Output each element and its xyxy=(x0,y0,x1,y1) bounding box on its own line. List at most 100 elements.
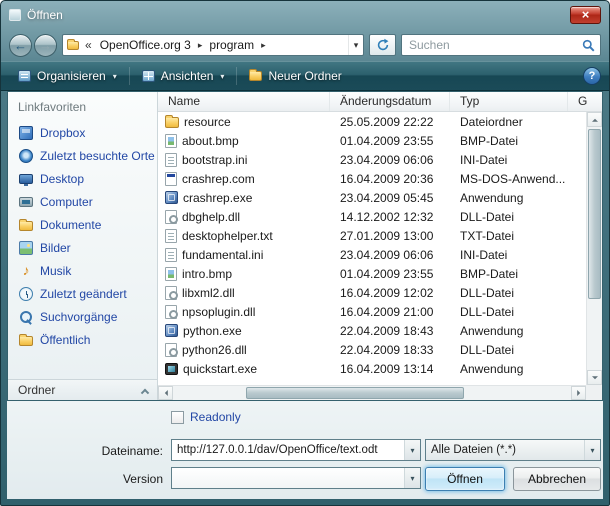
chevron-down-icon[interactable]: ▾ xyxy=(404,440,420,460)
file-name: intro.bmp xyxy=(182,267,232,281)
column-header-date[interactable]: Änderungsdatum xyxy=(330,92,450,111)
cancel-button-label: Abbrechen xyxy=(528,472,586,486)
chevron-down-icon[interactable]: ▾ xyxy=(584,440,600,460)
file-date-cell: 27.01.2009 13:00 xyxy=(330,229,450,243)
table-row[interactable]: intro.bmp 01.04.2009 23:55 BMP-Datei xyxy=(158,264,586,283)
forward-arrow-icon: → xyxy=(39,38,52,53)
filename-combobox[interactable]: http://127.0.0.1/dav/OpenOffice/text.odt… xyxy=(171,439,421,461)
file-date-cell: 23.04.2009 05:45 xyxy=(330,191,450,205)
file-date-cell: 16.04.2009 12:02 xyxy=(330,286,450,300)
refresh-button[interactable] xyxy=(369,34,396,56)
table-row[interactable]: crashrep.exe 23.04.2009 05:45 Anwendung xyxy=(158,188,586,207)
help-button[interactable]: ? xyxy=(583,67,601,85)
file-name-cell: resource xyxy=(158,115,330,129)
desktop-icon xyxy=(19,174,33,184)
sidebar-item[interactable]: Zuletzt geändert xyxy=(8,282,157,305)
table-row[interactable]: quickstart.exe 16.04.2009 13:14 Anwendun… xyxy=(158,359,586,378)
file-name-cell: libxml2.dll xyxy=(158,286,330,300)
column-header-size[interactable]: G xyxy=(568,92,602,111)
app-file-icon xyxy=(165,191,178,204)
sidebar-item-label: Bilder xyxy=(40,241,71,255)
table-row[interactable]: bootstrap.ini 23.04.2009 06:06 INI-Datei xyxy=(158,150,586,169)
image-file-icon xyxy=(165,267,177,281)
readonly-label[interactable]: Readonly xyxy=(190,410,241,424)
sidebar-item[interactable]: Zuletzt besuchte Orte xyxy=(8,144,157,167)
readonly-row: Readonly xyxy=(171,410,241,424)
dll-file-icon xyxy=(165,305,177,319)
column-header-type[interactable]: Typ xyxy=(450,92,568,111)
dialog-form: Readonly Dateiname: http://127.0.0.1/dav… xyxy=(7,401,603,499)
cancel-button[interactable]: Abbrechen xyxy=(513,467,601,491)
app-file-icon xyxy=(165,324,178,337)
table-row[interactable]: desktophelper.txt 27.01.2009 13:00 TXT-D… xyxy=(158,226,586,245)
new-folder-label: Neuer Ordner xyxy=(268,69,341,83)
sidebar-item[interactable]: Desktop xyxy=(8,167,157,190)
breadcrumb-collapsed-icon[interactable]: « xyxy=(82,38,95,52)
scroll-left-button[interactable] xyxy=(158,386,173,400)
recent-places-icon xyxy=(19,149,33,163)
favorites-list: Dropbox Zuletzt besuchte Orte Desktop xyxy=(8,121,157,351)
version-label: Version xyxy=(13,472,163,486)
new-folder-button[interactable]: Neuer Ordner xyxy=(240,65,350,88)
scroll-up-button[interactable] xyxy=(587,112,602,127)
arrow-left-icon xyxy=(161,390,167,396)
scroll-right-button[interactable] xyxy=(571,386,586,400)
file-name-cell: quickstart.exe xyxy=(158,362,330,376)
table-row[interactable]: about.bmp 01.04.2009 23:55 BMP-Datei xyxy=(158,131,586,150)
organize-button[interactable]: Organisieren ▾ xyxy=(9,65,126,88)
sidebar-item[interactable]: Computer xyxy=(8,190,157,213)
back-button[interactable]: ← xyxy=(9,34,32,57)
arrow-right-icon xyxy=(577,390,583,396)
column-header-name[interactable]: Name xyxy=(158,92,330,111)
table-row[interactable]: dbghelp.dll 14.12.2002 12:32 DLL-Datei xyxy=(158,207,586,226)
version-combobox[interactable]: ▾ xyxy=(171,467,421,489)
breadcrumb-dropdown-button[interactable]: ▾ xyxy=(348,35,363,55)
file-list: resource 25.05.2009 22:22 Dateiordner ab… xyxy=(158,112,602,385)
sidebar-item-label: Dropbox xyxy=(40,126,85,140)
table-row[interactable]: resource 25.05.2009 22:22 Dateiordner xyxy=(158,112,586,131)
titlebar[interactable]: Öffnen xyxy=(1,1,609,29)
chevron-right-icon[interactable]: ▸ xyxy=(196,40,205,51)
file-type-cell: DLL-Datei xyxy=(450,305,568,319)
file-name-cell: crashrep.exe xyxy=(158,191,330,205)
sidebar-item[interactable]: Musik xyxy=(8,259,157,282)
scroll-down-button[interactable] xyxy=(587,370,602,385)
command-toolbar: Organisieren ▾ Ansichten ▾ Neuer Ordner … xyxy=(1,61,609,91)
sidebar-item[interactable]: Bilder xyxy=(8,236,157,259)
filetype-combobox[interactable]: Alle Dateien (*.*) ▾ xyxy=(425,439,601,461)
table-row[interactable]: python.exe 22.04.2009 18:43 Anwendung xyxy=(158,321,586,340)
horizontal-scroll-thumb[interactable] xyxy=(246,387,464,399)
sidebar-item[interactable]: Suchvorgänge xyxy=(8,305,157,328)
vertical-scrollbar[interactable] xyxy=(586,112,602,385)
horizontal-scrollbar[interactable] xyxy=(158,385,586,400)
file-type-cell: Anwendung xyxy=(450,362,568,376)
readonly-checkbox[interactable] xyxy=(171,411,184,424)
back-arrow-icon: ← xyxy=(14,38,27,53)
chevron-right-icon[interactable]: ▸ xyxy=(259,40,268,51)
views-button[interactable]: Ansichten ▾ xyxy=(133,65,234,88)
table-row[interactable]: libxml2.dll 16.04.2009 12:02 DLL-Datei xyxy=(158,283,586,302)
views-icon xyxy=(142,70,155,82)
breadcrumb-item-openoffice[interactable]: OpenOffice.org 3 xyxy=(95,38,196,52)
table-row[interactable]: python26.dll 22.04.2009 18:33 DLL-Datei xyxy=(158,340,586,359)
vertical-scroll-thumb[interactable] xyxy=(588,129,601,299)
breadcrumb-item-program[interactable]: program xyxy=(204,38,259,52)
open-button[interactable]: Öffnen xyxy=(425,467,505,491)
forward-button[interactable]: → xyxy=(34,34,57,57)
file-date-cell: 22.04.2009 18:43 xyxy=(330,324,450,338)
table-row[interactable]: crashrep.com 16.04.2009 20:36 MS-DOS-Anw… xyxy=(158,169,586,188)
breadcrumb[interactable]: « OpenOffice.org 3 ▸ program ▸ ▾ xyxy=(62,34,364,56)
chevron-down-icon[interactable]: ▾ xyxy=(404,468,420,488)
search-input[interactable]: Suchen xyxy=(401,34,601,56)
close-button[interactable]: × xyxy=(570,6,601,24)
browser-area: Linkfavoriten Dropbox Zuletzt besuchte O… xyxy=(7,91,603,401)
table-row[interactable]: npsoplugin.dll 16.04.2009 21:00 DLL-Date… xyxy=(158,302,586,321)
dialog-icon xyxy=(9,9,21,21)
folders-expander[interactable]: Ordner xyxy=(8,379,157,400)
sidebar-item[interactable]: Dropbox xyxy=(8,121,157,144)
filename-value[interactable]: http://127.0.0.1/dav/OpenOffice/text.odt xyxy=(172,444,404,456)
sidebar-item[interactable]: Öffentlich xyxy=(8,328,157,351)
sidebar-item[interactable]: Dokumente xyxy=(8,213,157,236)
sidebar-item-label: Computer xyxy=(40,195,93,209)
table-row[interactable]: fundamental.ini 23.04.2009 06:06 INI-Dat… xyxy=(158,245,586,264)
